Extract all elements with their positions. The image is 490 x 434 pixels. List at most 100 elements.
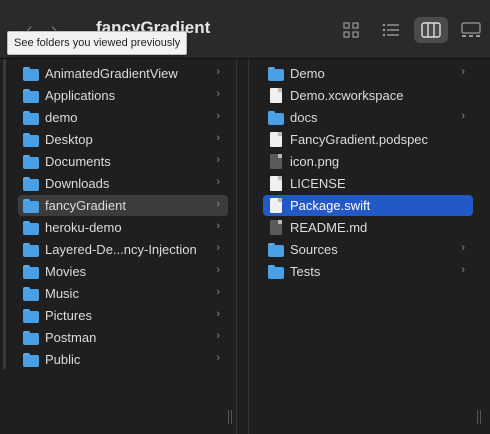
- item-label: Demo: [290, 66, 325, 81]
- chevron-right-icon: ›: [216, 110, 220, 122]
- chevron-right-icon: ›: [461, 264, 465, 276]
- file-row[interactable]: docs ›: [263, 107, 473, 128]
- chevron-right-icon: ›: [216, 242, 220, 254]
- chevron-right-icon: ›: [216, 88, 220, 100]
- file-row[interactable]: icon.png: [263, 151, 473, 172]
- finder-window: ‹ › fancyGradient See folders you viewed…: [0, 0, 490, 434]
- chevron-right-icon: ›: [216, 66, 220, 78]
- column-browser: AnimatedGradientView › Applications › demo › D…: [0, 59, 490, 434]
- item-label: Postman: [45, 330, 97, 345]
- xcode-workspace-icon: [270, 88, 282, 103]
- sidebar-folder-row[interactable]: fancyGradient ›: [18, 195, 228, 216]
- folder-icon: [268, 66, 284, 81]
- document-icon: [270, 132, 282, 147]
- folder-icon: [23, 242, 39, 257]
- folder-icon: [23, 176, 39, 191]
- chevron-right-icon: ›: [461, 242, 465, 254]
- columns-icon: [421, 22, 441, 38]
- sidebar-folder-row[interactable]: Desktop ›: [18, 129, 228, 150]
- item-label: docs: [290, 110, 318, 125]
- sidebar-folder-row[interactable]: heroku-demo ›: [18, 217, 228, 238]
- folder-icon: [23, 308, 39, 323]
- image-file-icon: [270, 154, 282, 169]
- item-label: Pictures: [45, 308, 92, 323]
- sidebar-folder-row[interactable]: demo ›: [18, 107, 228, 128]
- folder-icon: [23, 66, 39, 81]
- column-resize-handle[interactable]: [477, 410, 481, 424]
- gallery-icon: [461, 22, 481, 37]
- list-icon: [382, 23, 399, 37]
- chevron-right-icon: ›: [216, 154, 220, 166]
- sidebar-folder-row[interactable]: Downloads ›: [18, 173, 228, 194]
- item-label: FancyGradient.podspec: [290, 132, 429, 147]
- gallery-view-button[interactable]: [454, 17, 488, 43]
- sidebar-folder-row[interactable]: Movies ›: [18, 261, 228, 282]
- sidebar-folder-row[interactable]: Layered-De...ncy-Injection ›: [18, 239, 228, 260]
- folder-icon: [23, 264, 39, 279]
- item-label: README.md: [290, 220, 368, 235]
- file-row[interactable]: Tests ›: [263, 261, 473, 282]
- folder-icon: [268, 110, 284, 125]
- item-label: Demo.xcworkspace: [290, 88, 404, 103]
- parent-folder-column[interactable]: AnimatedGradientView › Applications › demo › D…: [0, 59, 237, 434]
- folder-icon: [268, 242, 284, 257]
- item-label: Layered-De...ncy-Injection: [45, 242, 197, 257]
- file-row[interactable]: Demo ›: [263, 63, 473, 84]
- tooltip: See folders you viewed previously: [7, 31, 188, 55]
- chevron-right-icon: ›: [216, 352, 220, 364]
- chevron-right-icon: ›: [216, 264, 220, 276]
- chevron-right-icon: ›: [216, 198, 220, 210]
- column-view-button[interactable]: [414, 17, 448, 43]
- column-resize-handle[interactable]: [228, 410, 232, 424]
- folder-icon: [23, 132, 39, 147]
- folder-icon: [23, 110, 39, 125]
- item-label: Music: [45, 286, 79, 301]
- chevron-right-icon: ›: [216, 176, 220, 188]
- item-label: Tests: [290, 264, 321, 279]
- current-folder-column[interactable]: Demo › Demo.xcworkspace docs › FancyGradient.…: [248, 59, 483, 434]
- item-label: icon.png: [290, 154, 340, 169]
- file-row[interactable]: Sources ›: [263, 239, 473, 260]
- list-view-button[interactable]: [374, 17, 408, 43]
- icon-view-button[interactable]: [334, 17, 368, 43]
- document-icon: [270, 176, 282, 191]
- item-label: LICENSE: [290, 176, 346, 191]
- sidebar-folder-row[interactable]: Postman ›: [18, 327, 228, 348]
- folder-icon: [23, 286, 39, 301]
- chevron-right-icon: ›: [216, 308, 220, 320]
- sidebar-folder-row[interactable]: Documents ›: [18, 151, 228, 172]
- chevron-right-icon: ›: [216, 220, 220, 232]
- item-label: Sources: [290, 242, 338, 257]
- grid-icon: [343, 22, 359, 38]
- chevron-right-icon: ›: [216, 330, 220, 342]
- folder-icon: [23, 154, 39, 169]
- view-mode-buttons: [334, 17, 488, 43]
- file-row[interactable]: README.md: [263, 217, 473, 238]
- toolbar: ‹ › fancyGradient See folders you viewed…: [0, 0, 490, 59]
- file-row[interactable]: Demo.xcworkspace: [263, 85, 473, 106]
- file-row[interactable]: LICENSE: [263, 173, 473, 194]
- swift-file-icon: [270, 198, 282, 213]
- folder-icon: [23, 352, 39, 367]
- item-label: fancyGradient: [45, 198, 126, 213]
- item-label: Documents: [45, 154, 111, 169]
- sidebar-folder-row[interactable]: AnimatedGradientView ›: [18, 63, 228, 84]
- file-row[interactable]: FancyGradient.podspec: [263, 129, 473, 150]
- sidebar-folder-row[interactable]: Music ›: [18, 283, 228, 304]
- item-label: demo: [45, 110, 78, 125]
- markdown-file-icon: [270, 220, 282, 235]
- file-row[interactable]: Package.swift: [263, 195, 473, 216]
- item-label: Desktop: [45, 132, 93, 147]
- column-divider: [237, 59, 247, 434]
- item-label: Package.swift: [290, 198, 371, 213]
- folder-icon: [23, 330, 39, 345]
- folder-icon: [23, 88, 39, 103]
- sidebar-folder-row[interactable]: Pictures ›: [18, 305, 228, 326]
- item-label: Movies: [45, 264, 87, 279]
- item-label: AnimatedGradientView: [45, 66, 178, 81]
- chevron-right-icon: ›: [461, 110, 465, 122]
- sidebar-folder-row[interactable]: Applications ›: [18, 85, 228, 106]
- sidebar-folder-row[interactable]: Public ›: [18, 349, 228, 370]
- scrollbar[interactable]: [3, 59, 6, 369]
- chevron-right-icon: ›: [216, 132, 220, 144]
